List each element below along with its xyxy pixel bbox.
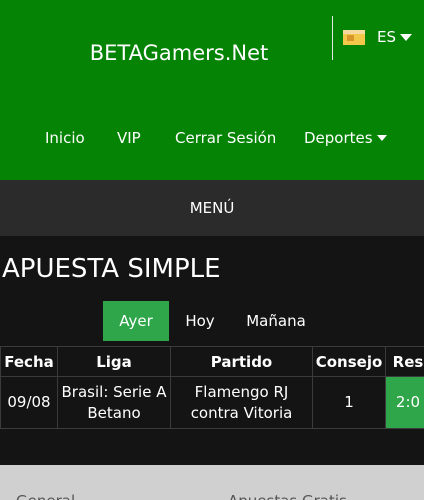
cell-liga: Brasil: Serie A Betano bbox=[57, 376, 171, 429]
nav-item-deportes[interactable]: Deportes bbox=[304, 129, 387, 147]
table-header-row: Fecha Liga Partido Consejo Res bbox=[0, 346, 424, 377]
column-header-liga: Liga bbox=[57, 346, 171, 377]
cell-consejo: 1 bbox=[312, 376, 386, 429]
site-title[interactable]: BETAGamers.Net bbox=[0, 41, 358, 65]
column-header-fecha: Fecha bbox=[0, 346, 58, 377]
column-header-partido: Partido bbox=[170, 346, 313, 377]
nav-item-cerrar-sesion[interactable]: Cerrar Sesión bbox=[175, 129, 276, 147]
main-content: APUESTA SIMPLE Ayer Hoy Mañana Fecha Lig… bbox=[0, 236, 424, 465]
footer-tab-general[interactable]: General bbox=[16, 492, 75, 500]
menu-toggle-button[interactable]: MENÚ bbox=[0, 180, 424, 236]
chevron-down-icon bbox=[400, 33, 412, 41]
language-selector[interactable]: ES bbox=[343, 27, 412, 47]
column-header-consejo: Consejo bbox=[312, 346, 386, 377]
nav-item-inicio[interactable]: Inicio bbox=[45, 129, 85, 147]
nav-item-vip[interactable]: VIP bbox=[117, 129, 141, 147]
language-label: ES bbox=[377, 28, 396, 46]
cell-result: 2:0 bbox=[385, 376, 424, 429]
site-header: BETAGamers.Net ES Inicio VIP Cerrar Sesi… bbox=[0, 0, 424, 180]
spain-flag-icon bbox=[343, 29, 365, 45]
column-header-res: Res bbox=[385, 346, 424, 377]
cell-fecha: 09/08 bbox=[0, 376, 58, 429]
chevron-down-icon bbox=[376, 135, 387, 141]
cell-partido: Flamengo RJ contra Vitoria bbox=[170, 376, 313, 429]
tab-ayer[interactable]: Ayer bbox=[103, 301, 169, 341]
page-title: APUESTA SIMPLE bbox=[2, 254, 221, 284]
footer-tab-apuestas-gratis[interactable]: Apuestas Gratis bbox=[228, 492, 347, 500]
tab-manana[interactable]: Mañana bbox=[233, 301, 319, 341]
bets-table: Fecha Liga Partido Consejo Res 09/08 Bra… bbox=[0, 346, 424, 429]
footer-tabs: General Apuestas Gratis bbox=[0, 465, 424, 500]
table-row: 09/08 Brasil: Serie A Betano Flamengo RJ… bbox=[0, 376, 424, 429]
header-divider bbox=[332, 16, 333, 60]
main-nav: Inicio VIP Cerrar Sesión Deportes bbox=[0, 129, 424, 151]
nav-item-deportes-label: Deportes bbox=[304, 129, 373, 147]
tab-hoy[interactable]: Hoy bbox=[172, 301, 228, 341]
